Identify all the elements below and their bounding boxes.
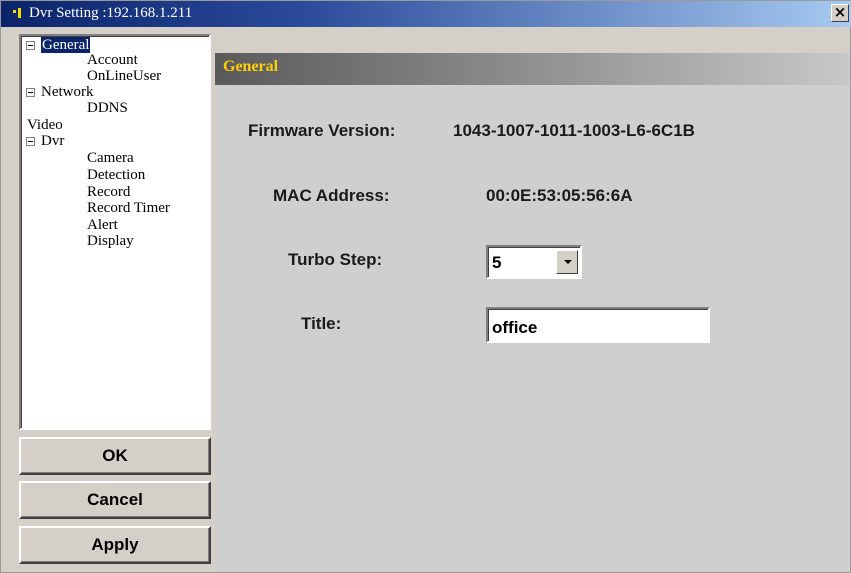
tree-item-record[interactable]: Record	[87, 184, 130, 200]
mac-address-label: MAC Address:	[273, 186, 390, 205]
panel-header: General	[215, 53, 849, 85]
tree-item-general[interactable]: General	[41, 37, 91, 53]
tree-item-alert[interactable]: Alert	[87, 217, 118, 233]
tree-item-network[interactable]: Network	[41, 84, 94, 100]
title-label: Title:	[301, 314, 342, 333]
collapse-icon[interactable]	[26, 137, 35, 146]
tree-item-video[interactable]: Video	[27, 117, 63, 133]
chevron-down-icon[interactable]	[556, 250, 578, 274]
tree-item-onlineuser[interactable]: OnLineUser	[87, 68, 161, 84]
window-title: Dvr Setting :192.168.1.211	[29, 5, 193, 21]
title-bar[interactable]: Dvr Setting :192.168.1.211 ×	[1, 1, 851, 27]
title-input[interactable]	[486, 307, 710, 343]
collapse-icon[interactable]	[26, 88, 35, 97]
tree-item-dvr[interactable]: Dvr	[41, 133, 64, 149]
tree-item-account[interactable]: Account	[87, 52, 138, 68]
tree-item-camera[interactable]: Camera	[87, 150, 134, 166]
dvr-setting-window: Dvr Setting :192.168.1.211 × General Acc…	[0, 0, 851, 573]
cancel-button[interactable]: Cancel	[19, 481, 211, 519]
turbo-step-select[interactable]: 5	[486, 245, 582, 279]
tree-item-record-timer[interactable]: Record Timer	[87, 200, 170, 216]
app-icon	[13, 7, 25, 21]
tree-item-detection[interactable]: Detection	[87, 167, 145, 183]
mac-address-value: 00:0E:53:05:56:6A	[486, 186, 633, 205]
panel-title: General	[223, 58, 279, 75]
firmware-version-value: 1043-1007-1011-1003-L6-6C1B	[453, 121, 695, 140]
turbo-step-value: 5	[492, 253, 502, 272]
tree-item-ddns[interactable]: DDNS	[87, 100, 128, 116]
turbo-step-label: Turbo Step:	[288, 250, 383, 269]
tree-item-display[interactable]: Display	[87, 233, 134, 249]
settings-tree[interactable]: General Account OnLineUser Network DDNS …	[19, 34, 211, 430]
apply-button[interactable]: Apply	[19, 526, 211, 564]
firmware-version-label: Firmware Version:	[248, 121, 396, 140]
close-button[interactable]: ×	[831, 4, 849, 22]
ok-button[interactable]: OK	[19, 437, 211, 475]
collapse-icon[interactable]	[26, 41, 35, 50]
